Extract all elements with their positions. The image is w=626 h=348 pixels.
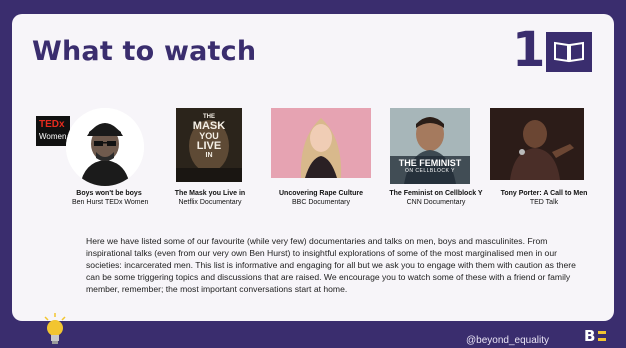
description-text: Here we have listed some of our favourit… [86, 236, 576, 294]
book-icon [554, 41, 584, 63]
poster-text-feminist: THE FEMINIST ON CELLBLOCK Y [398, 158, 462, 174]
poster-tony-porter [490, 108, 584, 180]
tedx-badge: TEDx Women [36, 116, 70, 146]
video-title-2: The Mask you Live in [174, 190, 246, 197]
social-handle: @beyond_equality [466, 335, 549, 346]
logo-letter: B [584, 327, 596, 345]
video-subtitle-3: BBC Documentary [292, 199, 350, 206]
slide: What to watch 1 TEDx Women Boys won't be… [0, 0, 626, 348]
poster-feminist-on-cellblock-y: THE FEMINIST ON CELLBLOCK Y [390, 108, 470, 184]
portrait-circle [66, 108, 144, 186]
poster-text-mask: THE MASK YOU LIVE IN [192, 114, 226, 159]
video-subtitle-1: Ben Hurst TEDx Women [72, 199, 149, 206]
video-title-5: Tony Porter: A Call to Men [500, 190, 588, 197]
video-title-4: The Feminist on Cellblock Y [389, 190, 483, 197]
video-title-3: Uncovering Rape Culture [278, 190, 363, 197]
video-subtitle-2: Netflix Documentary [178, 199, 242, 206]
book-badge [546, 32, 592, 72]
section-number: 1 [512, 22, 546, 78]
video-subtitle-5: TED Talk [529, 199, 559, 206]
lightbulb-icon [44, 313, 66, 344]
poster-mask-you-live-in: THE MASK YOU LIVE IN [176, 108, 242, 182]
poster-uncovering-rape-culture [271, 108, 371, 178]
page-title: What to watch [32, 36, 257, 67]
video-subtitle-4: CNN Documentary [406, 199, 466, 206]
tedx-women-label: Women [39, 132, 67, 141]
tedx-label: TEDx [39, 119, 65, 130]
video-title-1: Boys won't be boys [76, 190, 142, 197]
